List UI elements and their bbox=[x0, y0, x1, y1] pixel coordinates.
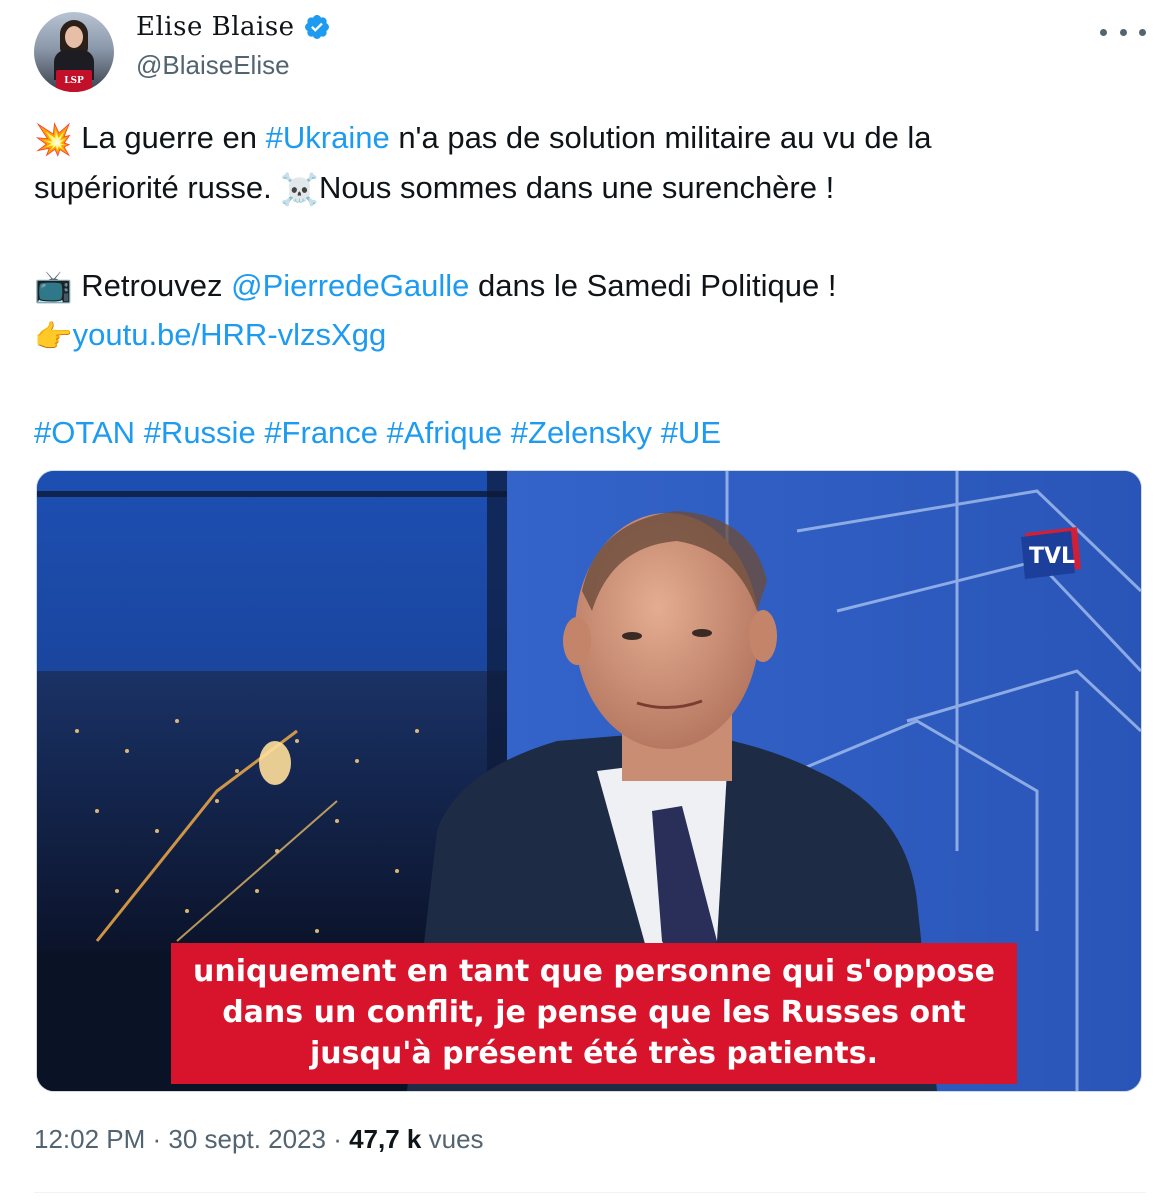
text-span: dans le Samedi Politique ! bbox=[469, 267, 837, 303]
views-label: vues bbox=[421, 1124, 484, 1154]
text-span: Retrouvez bbox=[72, 267, 232, 303]
tweet-date[interactable]: 30 sept. 2023 bbox=[168, 1124, 326, 1154]
tweet-line: 👉youtu.be/HRR-vlzsXgg bbox=[34, 311, 1124, 361]
hashtag-ukraine-link[interactable]: #Ukraine bbox=[266, 120, 390, 155]
text-span: supériorité russe. bbox=[34, 169, 281, 205]
verified-badge-icon bbox=[303, 13, 331, 41]
tweet-time[interactable]: 12:02 PM bbox=[34, 1124, 145, 1154]
tweet-line: supériorité russe. ☠️Nous sommes dans un… bbox=[34, 164, 1124, 214]
divider bbox=[34, 1192, 1146, 1193]
tvl-channel-logo: TVL bbox=[1021, 523, 1085, 579]
television-emoji-icon: 📺 bbox=[34, 269, 73, 306]
subtitle-line: uniquement en tant que personne qui s'op… bbox=[193, 954, 995, 989]
tweet-meta: 12:02 PM · 30 sept. 2023 · 47,7 k vues bbox=[34, 1124, 484, 1155]
tweet-text: 💥 La guerre en #Ukraine n'a pas de solut… bbox=[34, 114, 1124, 457]
meta-separator: · bbox=[325, 1124, 350, 1154]
author-name-row[interactable]: Elise Blaise bbox=[136, 12, 331, 42]
tweet-line: 💥 La guerre en #Ukraine n'a pas de solut… bbox=[34, 114, 1124, 164]
hashtag-link[interactable]: #Russie bbox=[144, 415, 256, 450]
hashtag-link[interactable]: #OTAN bbox=[34, 415, 135, 450]
hashtag-link[interactable]: #Zelensky bbox=[511, 415, 652, 450]
avatar-face bbox=[65, 26, 83, 48]
hashtag-line: #OTAN #Russie #France #Afrique #Zelensky… bbox=[34, 409, 1124, 457]
author-handle[interactable]: @BlaiseElise bbox=[136, 50, 290, 81]
video-thumbnail[interactable]: TVL uniquement en tant que personne qui … bbox=[36, 470, 1142, 1092]
avatar-desk: LSP bbox=[56, 70, 92, 92]
tweet-card[interactable]: LSP Elise Blaise @BlaiseElise 💥 La guerr… bbox=[0, 0, 1166, 1200]
tweet-line: 📺 Retrouvez @PierredeGaulle dans le Same… bbox=[34, 262, 1124, 312]
subtitle-line: dans un conflit, je pense que les Russes… bbox=[222, 995, 966, 1030]
subtitle-line: jusqu'à présent été très patients. bbox=[309, 1036, 879, 1071]
display-name[interactable]: Elise Blaise bbox=[136, 12, 295, 42]
hashtag-link[interactable]: #Afrique bbox=[387, 415, 502, 450]
text-span: n'a pas de solution militaire au vu de l… bbox=[389, 120, 932, 155]
text-span: Nous sommes dans une surenchère ! bbox=[319, 169, 835, 205]
views-count[interactable]: 47,7 k bbox=[349, 1124, 421, 1154]
mention-link[interactable]: @PierredeGaulle bbox=[231, 268, 469, 303]
more-options-icon[interactable] bbox=[1100, 20, 1146, 44]
hashtag-link[interactable]: #France bbox=[264, 415, 378, 450]
text-span: La guerre en bbox=[72, 120, 266, 155]
pointing-hand-emoji-icon: 👉 bbox=[34, 319, 73, 356]
avatar[interactable]: LSP bbox=[34, 12, 114, 92]
youtube-link[interactable]: youtu.be/HRR-vlzsXgg bbox=[73, 317, 387, 352]
video-subtitle: uniquement en tant que personne qui s'op… bbox=[171, 943, 1017, 1084]
channel-logo-text: TVL bbox=[1029, 544, 1075, 569]
skull-crossbones-emoji-icon: ☠️ bbox=[280, 171, 319, 208]
collision-emoji-icon: 💥 bbox=[34, 121, 73, 158]
avatar-badge: LSP bbox=[64, 76, 84, 86]
hashtag-link[interactable]: #UE bbox=[661, 415, 721, 450]
meta-separator: · bbox=[145, 1124, 169, 1154]
